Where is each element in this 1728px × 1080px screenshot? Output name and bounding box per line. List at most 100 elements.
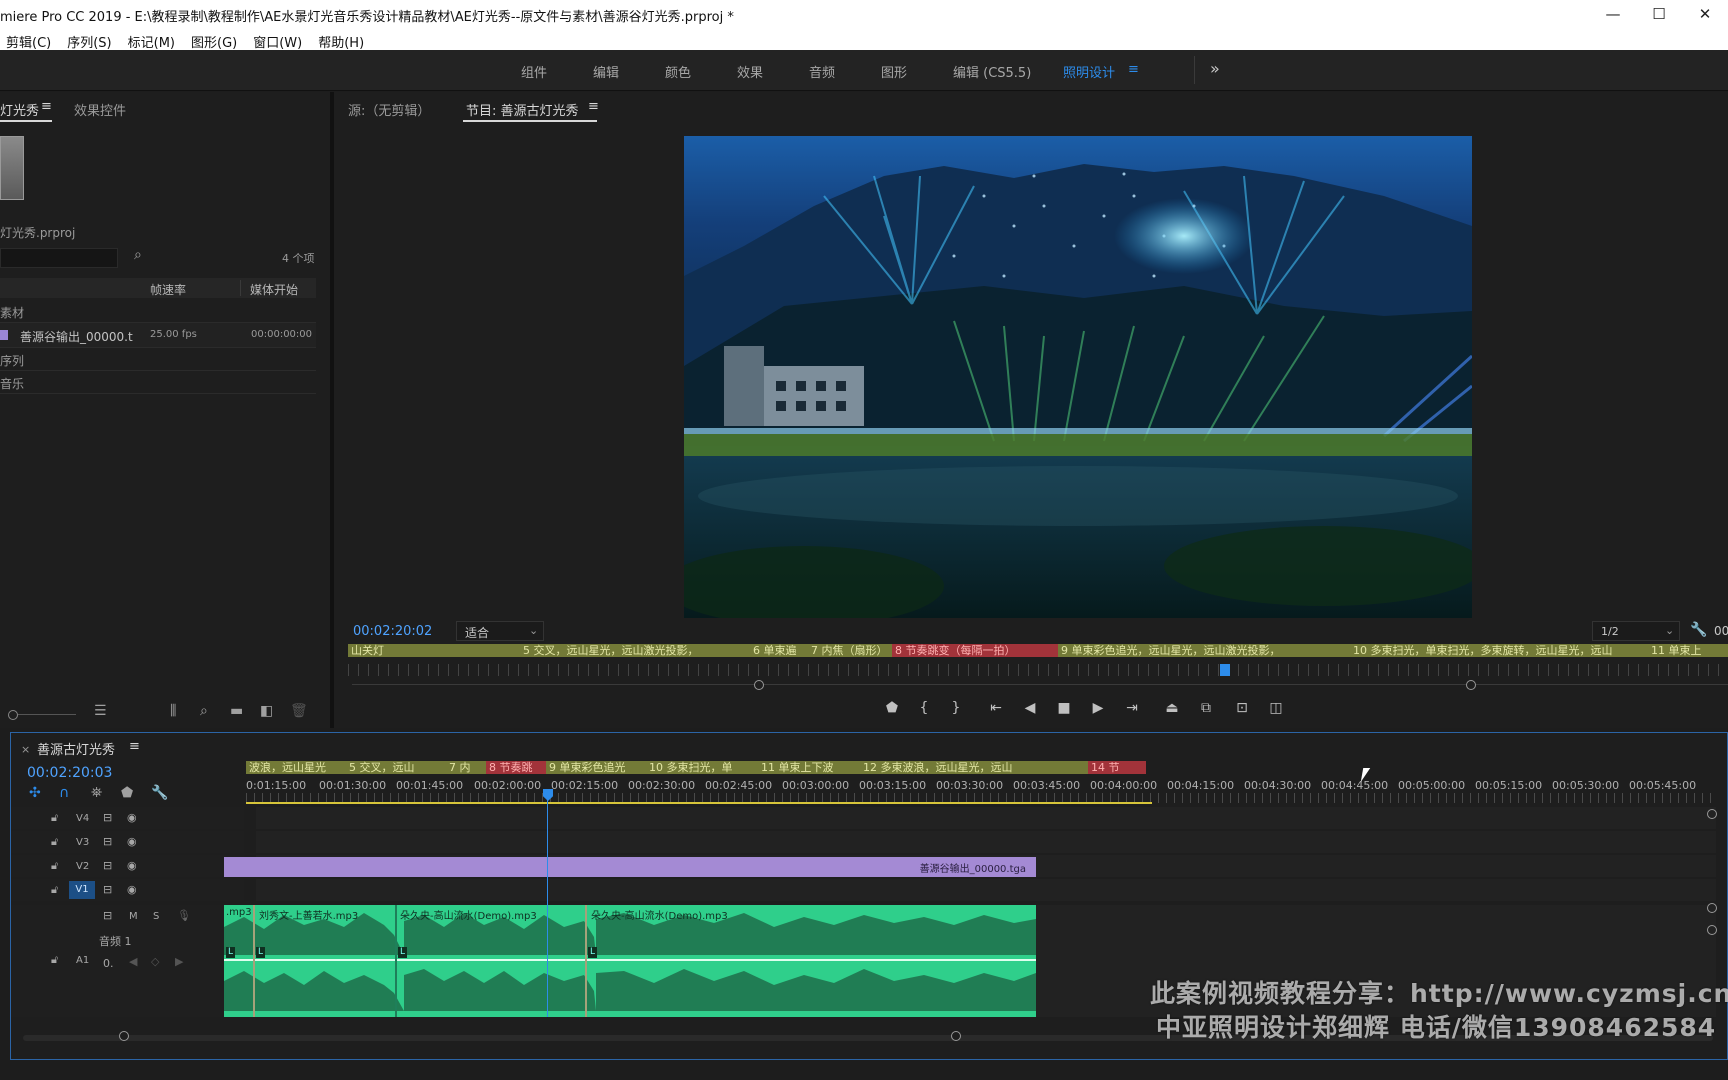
- program-playhead[interactable]: [1220, 664, 1230, 676]
- eye-icon[interactable]: ◉: [127, 883, 137, 896]
- audio-clip-name[interactable]: .mp3: [226, 907, 252, 918]
- mark-in-icon[interactable]: {: [912, 700, 936, 716]
- lock-icon[interactable]: 🔓︎: [51, 883, 58, 897]
- lock-icon[interactable]: 🔓︎: [51, 859, 58, 873]
- solo-button[interactable]: S: [153, 911, 159, 922]
- minimize-button[interactable]: —: [1590, 0, 1636, 28]
- program-monitor-viewer[interactable]: [684, 136, 1472, 618]
- close-button[interactable]: ✕: [1682, 0, 1728, 28]
- track-v4-area[interactable]: [256, 807, 1716, 829]
- linked-selection-icon[interactable]: ⛯: [91, 785, 102, 801]
- source-patch-v1[interactable]: V1: [69, 881, 95, 899]
- list-item[interactable]: 善源谷输出_00000.t 25.00 fps 00:00:00:00: [0, 323, 316, 347]
- work-area-bar[interactable]: [246, 802, 1152, 804]
- tab-project[interactable]: 灯光秀: [0, 100, 39, 119]
- lock-icon[interactable]: 🔓︎: [51, 835, 58, 849]
- scroll-handle-left[interactable]: [119, 1031, 129, 1041]
- workspace-menu-icon[interactable]: ≡: [1128, 62, 1139, 77]
- snap-magnet-icon[interactable]: ∩: [59, 785, 69, 801]
- fit-zoom-select[interactable]: 适合 ⌄: [456, 621, 544, 641]
- marker[interactable]: 山关灯: [348, 644, 521, 657]
- find-icon[interactable]: ⌕: [200, 703, 208, 719]
- clear-icon[interactable]: 🗑: [290, 703, 308, 719]
- next-keyframe-icon[interactable]: ▶: [175, 955, 183, 968]
- column-media-start[interactable]: 媒体开始: [250, 281, 298, 298]
- workspace-editing-cs55[interactable]: 编辑 (CS5.5): [953, 62, 1031, 81]
- volume-value[interactable]: 0.: [103, 957, 114, 970]
- vertical-scroll-handle[interactable]: [1707, 925, 1717, 935]
- menu-edit-clip[interactable]: 剪辑(C): [0, 28, 59, 51]
- marker[interactable]: 7 内焦（扇形）: [808, 644, 893, 657]
- marker[interactable]: 8 节奏跳: [486, 761, 547, 774]
- extract-icon[interactable]: ⧉: [1194, 700, 1218, 716]
- sync-lock-icon[interactable]: ⊟: [103, 883, 112, 896]
- marker[interactable]: 7 内: [446, 761, 487, 774]
- menu-help[interactable]: 帮助(H): [310, 28, 372, 51]
- marker[interactable]: 8 节奏跳变（每隔一拍）: [892, 644, 1059, 657]
- marker[interactable]: 9 单束彩色追光，远山星光，远山激光投影，: [1058, 644, 1351, 657]
- workspace-effects[interactable]: 效果: [737, 62, 763, 81]
- workspace-editing[interactable]: 编辑: [593, 62, 619, 81]
- vertical-scroll-handle[interactable]: [1707, 809, 1717, 819]
- tab-source-monitor[interactable]: 源:（无剪辑）: [348, 100, 430, 119]
- audio-clip-name[interactable]: 朵久央-高山流水(Demo).mp3: [400, 907, 537, 922]
- add-marker-icon[interactable]: ⬟: [880, 700, 904, 716]
- automate-to-sequence-icon[interactable]: ⫼: [170, 703, 176, 719]
- track-label[interactable]: A1: [76, 955, 89, 966]
- timeline-settings-wrench-icon[interactable]: 🔧: [151, 785, 168, 801]
- track-label[interactable]: V3: [76, 837, 89, 848]
- menu-window[interactable]: 窗口(W): [245, 28, 310, 51]
- menu-sequence[interactable]: 序列(S): [59, 28, 119, 51]
- edit-point[interactable]: [253, 905, 255, 1017]
- settings-wrench-icon[interactable]: 🔧: [1690, 622, 1707, 638]
- marker[interactable]: 6 单束遍: [750, 644, 809, 657]
- insert-overwrite-icon[interactable]: ✣: [29, 785, 41, 801]
- step-forward-icon[interactable]: ▶: [1086, 700, 1110, 716]
- prev-keyframe-icon[interactable]: ◀: [129, 955, 137, 968]
- zoom-scroll-bar[interactable]: [352, 684, 1728, 685]
- timeline-playhead-line[interactable]: [547, 799, 548, 1017]
- lock-icon[interactable]: 🔓︎: [51, 811, 58, 825]
- new-item-icon[interactable]: ◧: [260, 703, 273, 719]
- export-frame-camera-icon[interactable]: ⊡: [1230, 700, 1254, 716]
- marker[interactable]: 12 多束波浪，远山星光，远山: [860, 761, 1089, 774]
- audio-clip-name[interactable]: 朵久央-高山流水(Demo).mp3: [591, 907, 728, 922]
- marker[interactable]: 5 交叉，远山: [346, 761, 447, 774]
- vertical-scroll-handle[interactable]: [1707, 903, 1717, 913]
- marker[interactable]: 10 多束扫光，单: [646, 761, 759, 774]
- workspace-assembly[interactable]: 组件: [521, 62, 547, 81]
- marker[interactable]: 波浪，远山星光: [246, 761, 347, 774]
- audio-clip-name[interactable]: 刘秀文-上善若水.mp3: [259, 907, 358, 922]
- add-keyframe-icon[interactable]: ◇: [151, 955, 159, 968]
- sync-lock-icon[interactable]: ⊟: [103, 859, 112, 872]
- marker[interactable]: 5 交叉，远山星光，远山激光投影，: [520, 644, 751, 657]
- marker[interactable]: 10 多束扫光，单束扫光，多束旋转，远山星光，远山: [1350, 644, 1649, 657]
- scroll-handle-right[interactable]: [951, 1031, 961, 1041]
- zoom-slider-track[interactable]: [18, 714, 76, 715]
- list-item[interactable]: 音乐: [0, 371, 316, 393]
- track-v3-area[interactable]: [256, 831, 1716, 853]
- workspace-lighting-design[interactable]: 照明设计: [1063, 62, 1115, 81]
- workspace-graphics[interactable]: 图形: [881, 62, 907, 81]
- sync-lock-icon[interactable]: ⊟: [103, 835, 112, 848]
- tab-effect-controls[interactable]: 效果控件: [74, 100, 126, 119]
- search-input[interactable]: [0, 248, 118, 268]
- tab-sequence[interactable]: 善源古灯光秀: [37, 739, 115, 758]
- close-tab-icon[interactable]: ×: [21, 743, 30, 756]
- track-label[interactable]: V2: [76, 861, 89, 872]
- tab-program-monitor[interactable]: 节目: 善源古灯光秀: [466, 100, 579, 119]
- marker[interactable]: 9 单束彩色追光: [546, 761, 647, 774]
- new-bin-icon[interactable]: ▬: [230, 703, 243, 719]
- timeline-timecode[interactable]: 00:02:20:03: [27, 765, 112, 781]
- video-clip[interactable]: 善源谷输出_00000.tga: [224, 857, 1036, 877]
- list-item[interactable]: 序列: [0, 348, 316, 370]
- workspace-color[interactable]: 颜色: [665, 62, 691, 81]
- workspace-overflow-icon[interactable]: »: [1210, 59, 1220, 78]
- column-frame-rate[interactable]: 帧速率: [150, 281, 186, 298]
- maximize-button[interactable]: ☐: [1636, 0, 1682, 28]
- eye-icon[interactable]: ◉: [127, 811, 137, 824]
- menu-marker[interactable]: 标记(M): [120, 28, 183, 51]
- workspace-audio[interactable]: 音频: [809, 62, 835, 81]
- lift-icon[interactable]: ⏏: [1160, 700, 1184, 716]
- panel-menu-icon[interactable]: ≡: [129, 739, 140, 754]
